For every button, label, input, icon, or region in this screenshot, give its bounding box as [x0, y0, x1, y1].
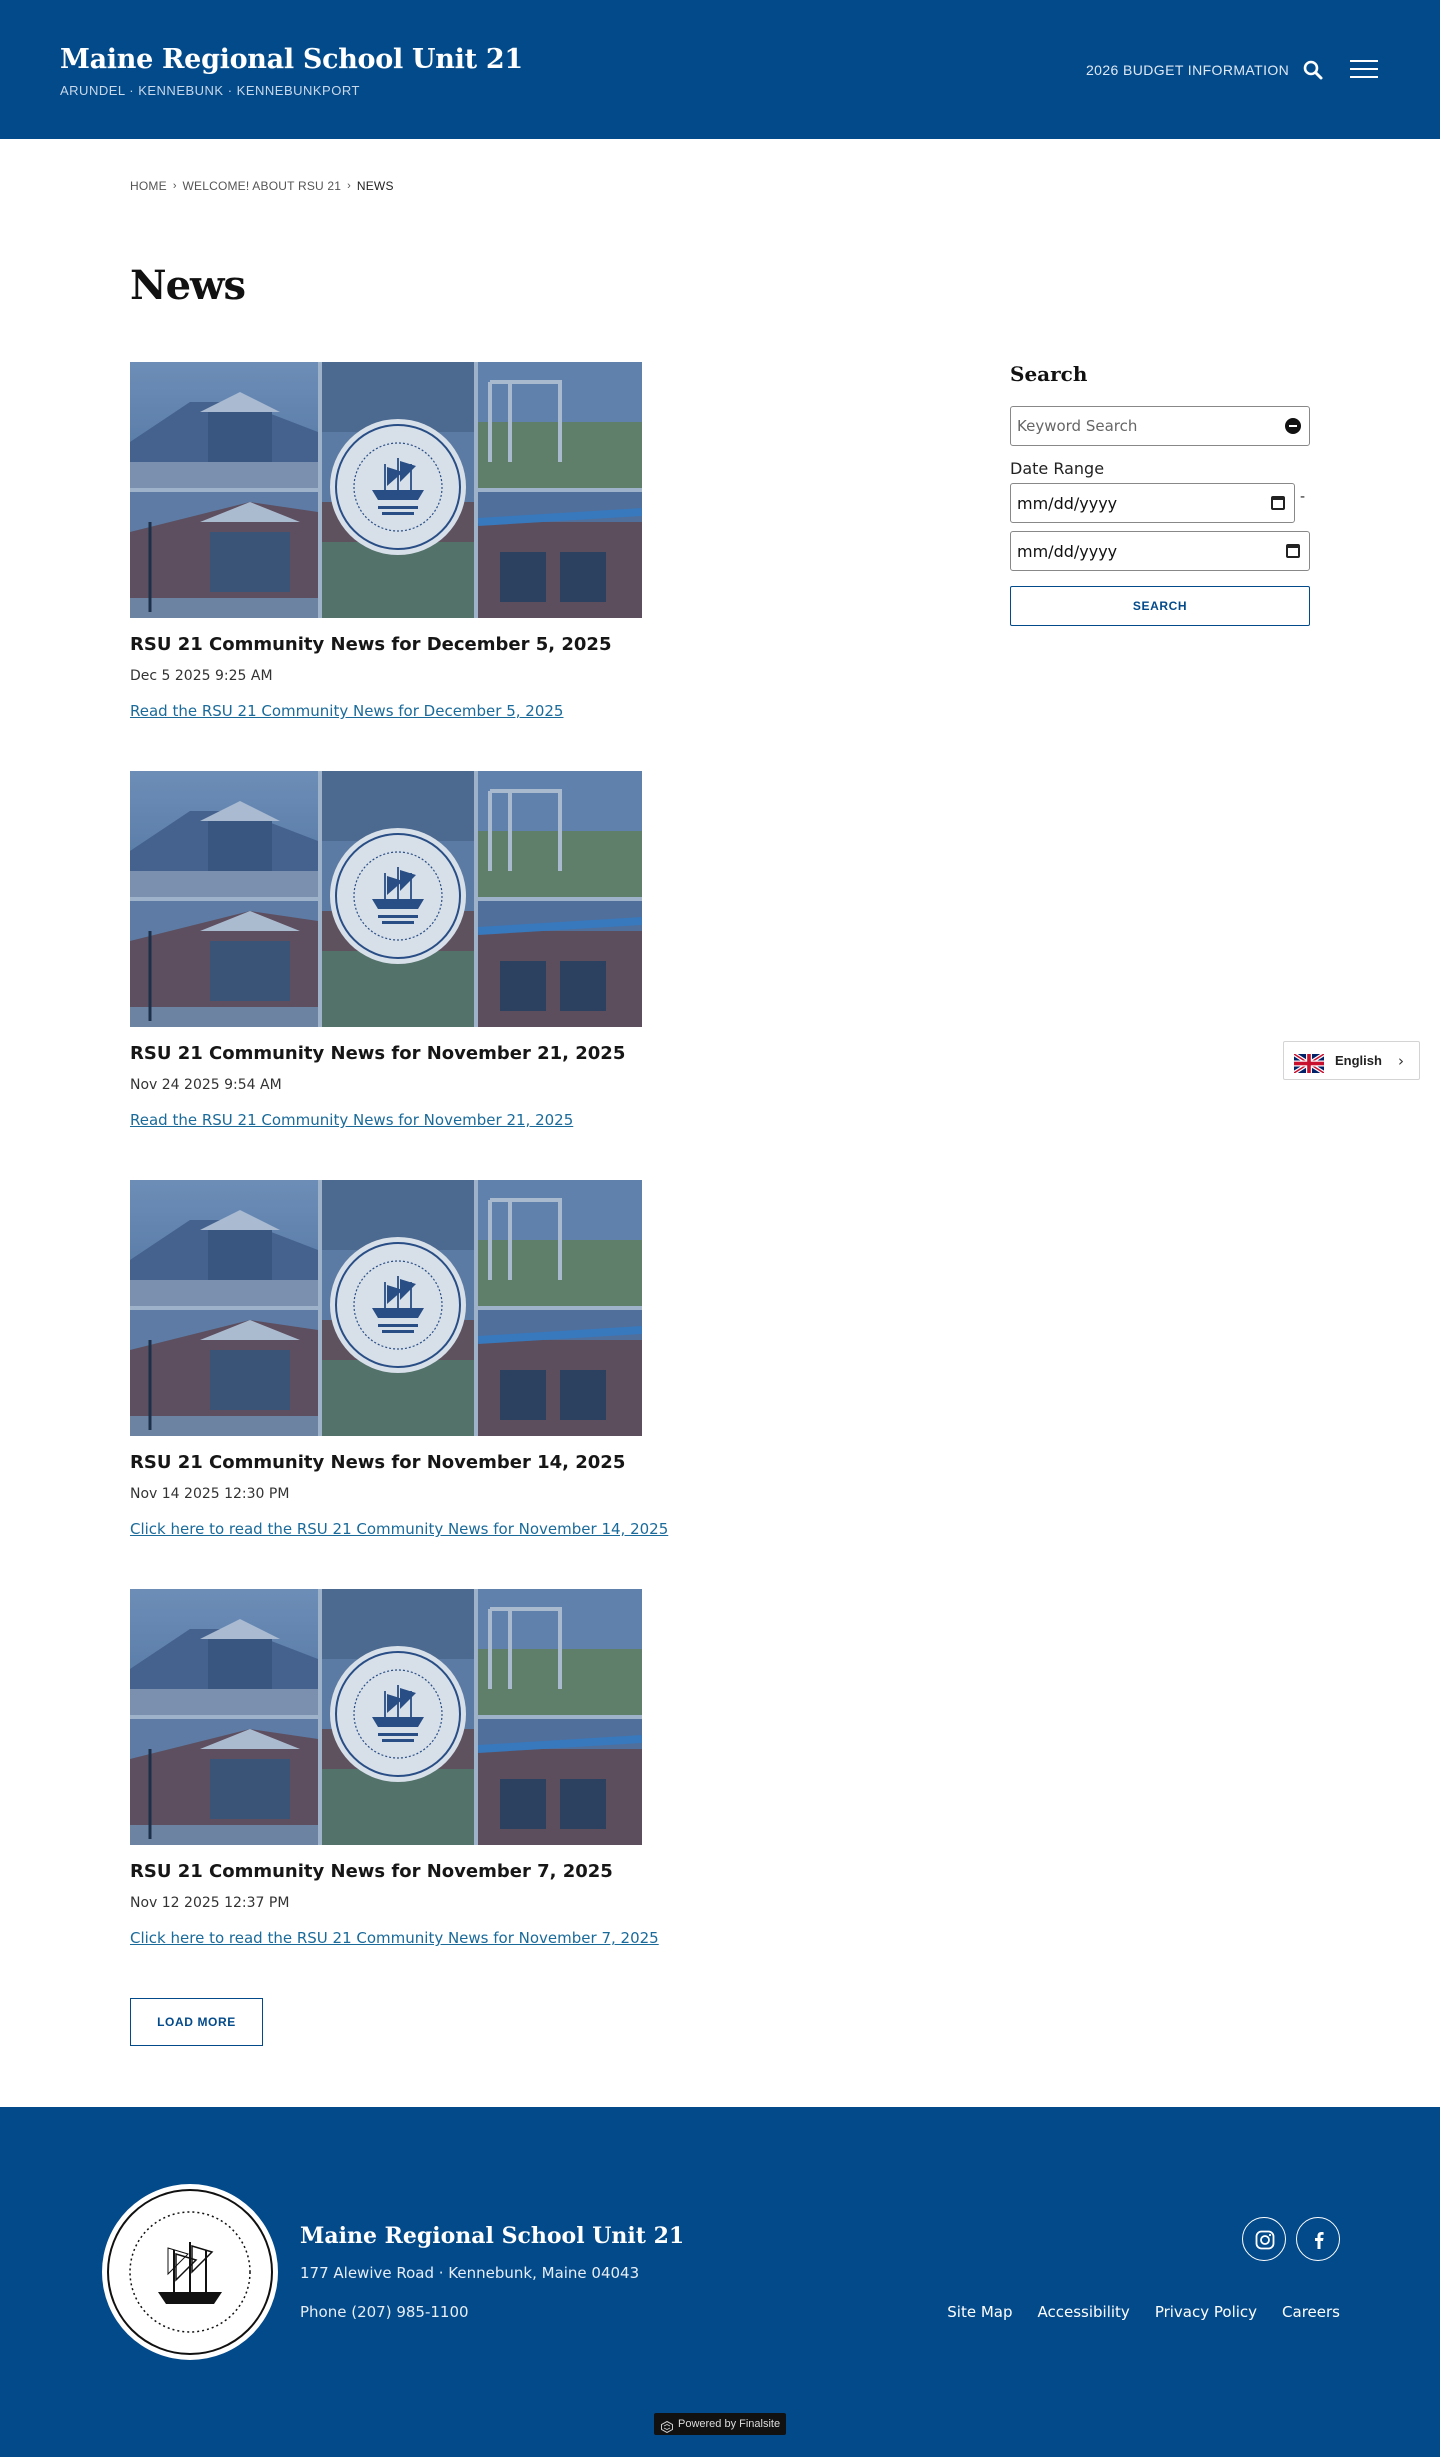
- facebook-icon[interactable]: [1296, 2217, 1340, 2261]
- powered-by-badge[interactable]: Powered by Finalsite: [654, 2413, 786, 2435]
- news-title[interactable]: RSU 21 Community News for November 21, 2…: [130, 1043, 750, 1064]
- footer-address: 177 Alewive Road · Kennebunk, Maine 0404…: [300, 2264, 640, 2282]
- search-submit-button[interactable]: SEARCH: [1010, 586, 1310, 626]
- calendar-icon[interactable]: [1286, 544, 1300, 558]
- school-seal-logo: [100, 2182, 280, 2362]
- news-date: Dec 5 2025 9:25 AM: [130, 668, 273, 684]
- news-date: Nov 12 2025 12:37 PM: [130, 1895, 290, 1911]
- powered-by-text: Powered by Finalsite: [678, 2418, 781, 2430]
- news-item: RSU 21 Community News for November 7, 20…: [130, 1589, 750, 1947]
- load-more-button[interactable]: LOAD MORE: [130, 1998, 263, 2046]
- breadcrumb-home[interactable]: HOME: [130, 179, 167, 193]
- hamburger-menu-icon[interactable]: [1350, 60, 1380, 80]
- footer-phone[interactable]: Phone (207) 985-1100: [300, 2303, 469, 2321]
- language-label: English: [1335, 1053, 1382, 1068]
- instagram-icon[interactable]: [1242, 2217, 1286, 2261]
- news-item: RSU 21 Community News for November 14, 2…: [130, 1180, 750, 1538]
- date-range-label: Date Range: [1010, 459, 1105, 478]
- news-item: RSU 21 Community News for November 21, 2…: [130, 771, 750, 1129]
- footer-link-privacy-policy[interactable]: Privacy Policy: [1155, 2303, 1257, 2321]
- chevron-right-icon: ›: [347, 180, 351, 192]
- news-thumbnail[interactable]: [130, 771, 642, 1027]
- clear-search-icon[interactable]: [1285, 418, 1301, 434]
- uk-flag-icon: [1292, 1052, 1326, 1075]
- footer-school-name: Maine Regional School Unit 21: [300, 2223, 685, 2249]
- news-date: Nov 14 2025 12:30 PM: [130, 1486, 290, 1502]
- date-start-field[interactable]: mm/dd/yyyy: [1010, 483, 1295, 523]
- news-title[interactable]: RSU 21 Community News for November 14, 2…: [130, 1452, 750, 1473]
- chevron-right-icon: ›: [1398, 1052, 1404, 1070]
- sidebar-search-title: Search: [1010, 362, 1088, 386]
- language-selector[interactable]: English ›: [1283, 1041, 1420, 1080]
- news-read-link[interactable]: Read the RSU 21 Community News for Decem…: [130, 702, 563, 720]
- breadcrumb-current: NEWS: [356, 179, 394, 193]
- news-date: Nov 24 2025 9:54 AM: [130, 1077, 282, 1093]
- news-title[interactable]: RSU 21 Community News for December 5, 20…: [130, 634, 750, 655]
- date-range-dash: -: [1300, 489, 1306, 505]
- footer-link-careers[interactable]: Careers: [1282, 2303, 1340, 2321]
- news-thumbnail[interactable]: [130, 1180, 642, 1436]
- page-title: News: [130, 262, 246, 309]
- footer-link-accessibility[interactable]: Accessibility: [1038, 2303, 1130, 2321]
- site-subtitle: ARUNDEL · KENNEBUNK · KENNEBUNKPORT: [60, 83, 360, 98]
- keyword-search-input[interactable]: [1011, 407, 1271, 445]
- date-end-text: mm/dd/yyyy: [1017, 542, 1118, 561]
- news-read-link[interactable]: Click here to read the RSU 21 Community …: [130, 1929, 659, 1947]
- calendar-icon[interactable]: [1271, 496, 1285, 510]
- keyword-search-field: [1010, 406, 1310, 446]
- news-read-link[interactable]: Read the RSU 21 Community News for Novem…: [130, 1111, 573, 1129]
- site-footer: Maine Regional School Unit 21 177 Alewiv…: [0, 2107, 1440, 2457]
- news-title[interactable]: RSU 21 Community News for November 7, 20…: [130, 1861, 750, 1882]
- date-end-field[interactable]: mm/dd/yyyy: [1010, 531, 1310, 571]
- budget-information-link[interactable]: 2026 BUDGET INFORMATION: [1086, 62, 1289, 78]
- chevron-right-icon: ›: [172, 180, 177, 192]
- footer-links: Site Map Accessibility Privacy Policy Ca…: [947, 2303, 1340, 2321]
- news-read-link[interactable]: Click here to read the RSU 21 Community …: [130, 1520, 668, 1538]
- site-header: Maine Regional School Unit 21 ARUNDEL · …: [0, 0, 1440, 139]
- finalsite-icon: [661, 2418, 673, 2434]
- news-thumbnail[interactable]: [130, 362, 642, 618]
- date-start-text: mm/dd/yyyy: [1017, 494, 1118, 513]
- footer-link-site-map[interactable]: Site Map: [947, 2303, 1012, 2321]
- site-title[interactable]: Maine Regional School Unit 21: [60, 44, 523, 75]
- breadcrumb: HOME › WELCOME! ABOUT RSU 21 › NEWS: [130, 179, 394, 193]
- search-icon[interactable]: [1302, 59, 1324, 81]
- breadcrumb-about[interactable]: WELCOME! ABOUT RSU 21: [182, 179, 341, 193]
- news-thumbnail[interactable]: [130, 1589, 642, 1845]
- news-item: RSU 21 Community News for December 5, 20…: [130, 362, 750, 720]
